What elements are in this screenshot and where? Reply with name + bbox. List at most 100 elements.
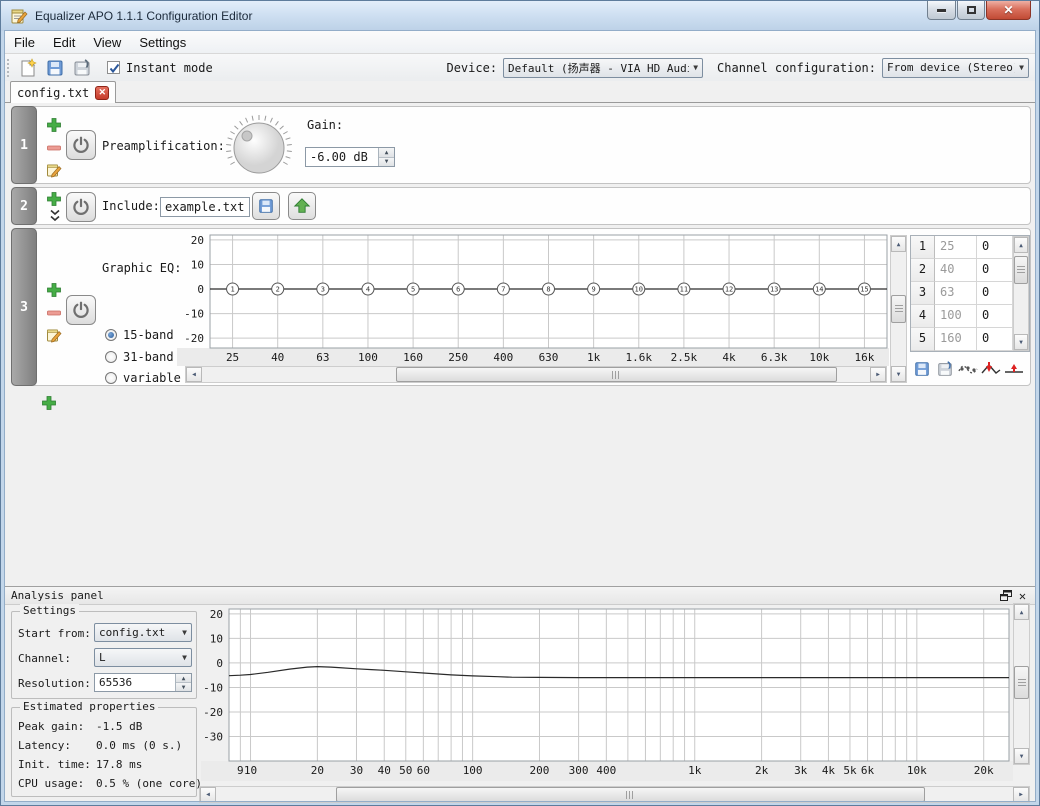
invert-response-button[interactable]	[956, 359, 979, 379]
channel-combobox[interactable]: L ▼	[94, 648, 192, 667]
scroll-right-arrow[interactable]: ▶	[870, 367, 886, 382]
menu-file[interactable]: File	[5, 32, 44, 53]
scroll-left-arrow[interactable]: ◀	[200, 787, 216, 802]
svg-text:1k: 1k	[688, 764, 702, 777]
add-filter-row-button[interactable]	[41, 395, 57, 411]
add-filter-icon[interactable]	[46, 117, 62, 133]
svg-text:-20: -20	[203, 706, 223, 719]
gain-cell[interactable]: 0	[977, 236, 1013, 259]
gain-knob[interactable]	[223, 110, 295, 182]
float-panel-button[interactable]	[997, 588, 1014, 603]
analysis-vscrollbar[interactable]: ▲ ▼	[1013, 603, 1030, 765]
scroll-up-arrow[interactable]: ▲	[891, 236, 906, 252]
scroll-thumb[interactable]	[336, 787, 926, 802]
jump-to-file-button[interactable]	[288, 192, 316, 220]
svg-text:5k: 5k	[843, 764, 857, 777]
scroll-thumb[interactable]	[1014, 666, 1029, 699]
open-file-button[interactable]	[44, 57, 66, 79]
scroll-down-arrow[interactable]: ▼	[1014, 334, 1028, 350]
row-number-tab[interactable]: 3	[11, 228, 37, 386]
edit-filter-icon[interactable]	[46, 162, 62, 178]
svg-text:25: 25	[226, 351, 239, 364]
scroll-thumb[interactable]	[1014, 256, 1028, 284]
device-label: Device:	[446, 61, 497, 75]
toolbar-grip[interactable]	[7, 59, 12, 77]
gain-cell[interactable]: 0	[977, 305, 1013, 328]
edit-filter-icon[interactable]	[46, 327, 62, 343]
menu-view[interactable]: View	[84, 32, 130, 53]
tab-close-button[interactable]: ✕	[95, 86, 109, 100]
row-number-tab[interactable]: 1	[11, 106, 37, 184]
svg-text:4k: 4k	[722, 351, 736, 364]
gain-cell[interactable]: 0	[977, 259, 1013, 282]
close-panel-button[interactable]: ✕	[1014, 588, 1031, 603]
peak-gain-value: -1.5 dB	[96, 720, 142, 733]
maximize-button[interactable]	[957, 1, 985, 20]
power-toggle-button[interactable]	[66, 295, 96, 325]
scroll-down-arrow[interactable]: ▼	[1014, 748, 1029, 764]
analysis-response-chart[interactable]: 20100-10-20-3091020304050601002003004001…	[201, 603, 1013, 783]
open-include-file-button[interactable]	[252, 192, 280, 220]
resolution-spinbox[interactable]: 65536 ▲▼	[94, 673, 192, 692]
svg-text:-30: -30	[203, 730, 223, 743]
gain-spinbox[interactable]: -6.00 dB ▲▼	[305, 147, 395, 167]
scroll-right-arrow[interactable]: ▶	[1013, 787, 1029, 802]
checkmark-icon	[108, 62, 121, 75]
device-combobox[interactable]: Default (扬声器 - VIA HD Audio) ▼	[503, 58, 703, 78]
normalize-response-button[interactable]	[979, 359, 1002, 379]
tab-config-txt[interactable]: config.txt ✕	[10, 81, 116, 103]
save-file-icon	[936, 360, 954, 378]
scroll-left-arrow[interactable]: ◀	[186, 367, 202, 382]
spin-up-icon: ▲	[176, 674, 191, 683]
open-file-icon	[257, 197, 275, 215]
scroll-thumb[interactable]	[396, 367, 837, 382]
eq-vscrollbar[interactable]: ▲ ▼	[890, 235, 907, 383]
band-option-15[interactable]: 15-band	[105, 328, 174, 342]
table-vscrollbar[interactable]: ▲ ▼	[1013, 236, 1029, 351]
band-option-variable[interactable]: variable	[105, 371, 181, 385]
analysis-hscrollbar[interactable]: ◀ ▶	[199, 786, 1030, 803]
scroll-up-arrow[interactable]: ▲	[1014, 237, 1028, 253]
minimize-button[interactable]	[927, 1, 956, 20]
spin-buttons[interactable]: ▲▼	[175, 674, 191, 691]
remove-filter-icon[interactable]	[46, 305, 62, 321]
svg-text:50: 50	[399, 764, 412, 777]
gain-cell[interactable]: 0	[977, 328, 1013, 351]
eq-hscrollbar[interactable]: ◀ ▶	[185, 366, 887, 383]
normalize-icon	[981, 361, 1001, 377]
open-response-button[interactable]	[910, 359, 933, 379]
scroll-up-arrow[interactable]: ▲	[1014, 604, 1029, 620]
add-filter-icon[interactable]	[46, 191, 62, 207]
menu-edit[interactable]: Edit	[44, 32, 84, 53]
estimated-properties-group: Estimated properties Peak gain:-1.5 dB L…	[11, 707, 197, 797]
instant-mode-checkbox[interactable]	[107, 61, 120, 74]
start-from-combobox[interactable]: config.txt ▼	[94, 623, 192, 642]
flatten-response-button[interactable]	[1002, 359, 1025, 379]
band-option-31[interactable]: 31-band	[105, 350, 174, 364]
menu-settings[interactable]: Settings	[130, 32, 195, 53]
eq-response-chart[interactable]: 20100-10-202540631001602504006301k1.6k2.…	[177, 233, 889, 366]
save-file-button[interactable]	[71, 57, 93, 79]
instant-mode-label: Instant mode	[126, 61, 213, 75]
close-button[interactable]: ✕	[986, 1, 1031, 20]
save-response-button[interactable]	[933, 359, 956, 379]
scroll-thumb[interactable]	[891, 295, 906, 322]
chevron-down-icon: ▼	[693, 63, 698, 72]
row-header: 3	[911, 282, 935, 305]
spin-buttons[interactable]: ▲▼	[378, 148, 394, 166]
channel-config-combobox[interactable]: From device (Stereo) ▼	[882, 58, 1029, 78]
knob-indicator-dot	[242, 131, 252, 141]
power-toggle-button[interactable]	[66, 130, 96, 160]
new-file-button[interactable]	[17, 57, 39, 79]
config-editor-area: 1 Preamplification: Gain:	[5, 102, 1035, 586]
power-toggle-button[interactable]	[66, 192, 96, 222]
row-number-tab[interactable]: 2	[11, 187, 37, 225]
scroll-down-arrow[interactable]: ▼	[891, 366, 906, 382]
up-arrow-icon	[293, 197, 311, 215]
add-filter-icon[interactable]	[46, 282, 62, 298]
band-table: 1 25 0 2 40 0 3 63 0 4 100 0 5 160 0	[910, 235, 1030, 352]
expand-icon[interactable]	[49, 209, 61, 223]
include-file-input[interactable]: example.txt	[160, 197, 250, 217]
gain-cell[interactable]: 0	[977, 282, 1013, 305]
remove-filter-icon[interactable]	[46, 140, 62, 156]
